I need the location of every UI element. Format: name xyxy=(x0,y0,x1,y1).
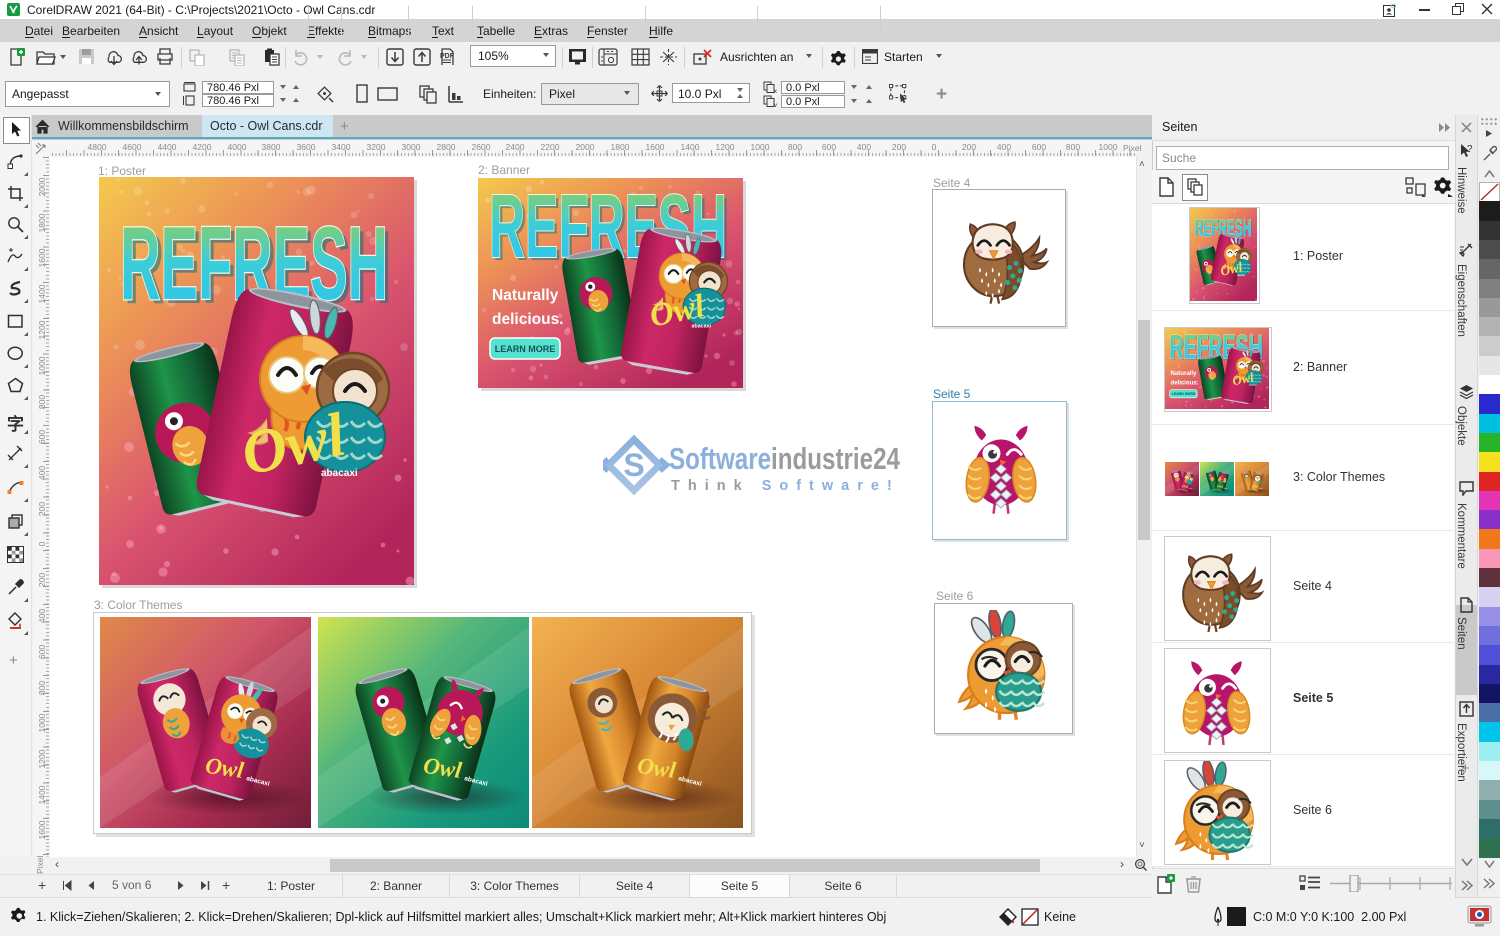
svg-text:Think Software!: Think Software! xyxy=(671,478,900,494)
svg-text:x: x xyxy=(774,89,777,93)
svg-text:Softwareindustrie24: Softwareindustrie24 xyxy=(669,441,900,476)
svg-text:y: y xyxy=(774,103,777,107)
svg-text:?: ? xyxy=(1467,144,1473,155)
svg-text:PDF: PDF xyxy=(440,53,455,60)
svg-text:S: S xyxy=(623,447,644,483)
